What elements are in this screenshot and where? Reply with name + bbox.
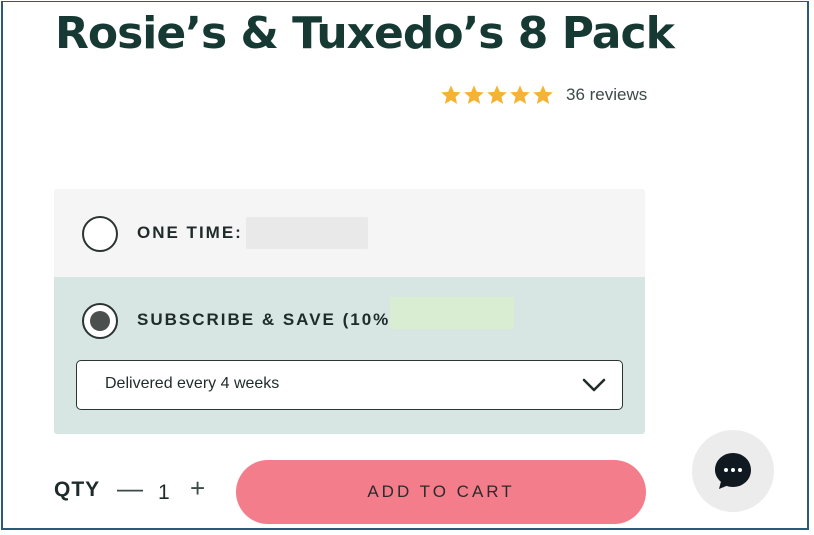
star-icon <box>510 85 530 104</box>
subscribe-radio[interactable] <box>82 303 118 339</box>
star-icon <box>533 85 553 104</box>
rating-stars <box>440 84 554 106</box>
delivery-frequency-select[interactable]: Delivered every 4 weeks <box>76 360 623 410</box>
one-time-label: ONE TIME: <box>137 223 243 242</box>
star-icon <box>464 85 484 104</box>
add-to-cart-button[interactable]: ADD TO CART <box>236 460 646 524</box>
chat-launcher-button[interactable] <box>692 430 774 512</box>
chevron-down-icon <box>582 378 606 392</box>
qty-value[interactable]: 1 <box>158 481 170 505</box>
qty-increase-button[interactable]: + <box>190 475 205 501</box>
qty-label: QTY <box>54 478 101 501</box>
star-icon <box>487 85 507 104</box>
chat-bubble-icon <box>715 453 751 489</box>
subscribe-label: SUBSCRIBE & SAVE (10%): <box>137 310 406 329</box>
subscribe-price <box>390 297 514 329</box>
one-time-price <box>246 217 368 249</box>
one-time-option[interactable]: ONE TIME: <box>54 189 645 277</box>
star-icon <box>441 85 461 104</box>
purchase-options-panel: ONE TIME: SUBSCRIBE & SAVE (10%): Delive… <box>54 189 645 434</box>
product-title: Rosie’s & Tuxedo’s 8 Pack <box>55 8 675 59</box>
radio-selected-dot <box>90 311 110 331</box>
product-rating[interactable]: 36 reviews <box>440 84 647 106</box>
reviews-link[interactable]: 36 reviews <box>566 85 647 105</box>
qty-decrease-button[interactable]: — <box>117 475 143 501</box>
one-time-radio[interactable] <box>82 216 118 252</box>
delivery-frequency-value: Delivered every 4 weeks <box>105 375 280 392</box>
subscribe-option[interactable]: SUBSCRIBE & SAVE (10%): Delivered every … <box>54 277 645 434</box>
